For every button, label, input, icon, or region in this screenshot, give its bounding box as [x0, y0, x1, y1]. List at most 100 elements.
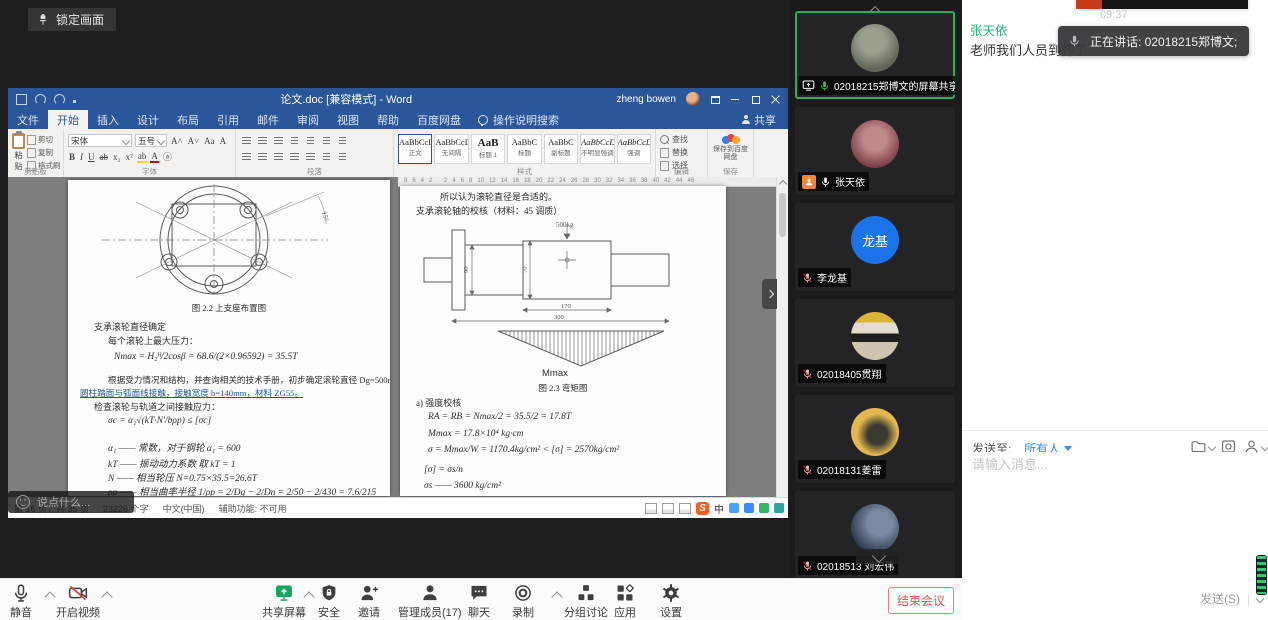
breakout-rooms-button[interactable]: 分组讨论 — [564, 583, 608, 620]
vertical-scrollbar[interactable] — [776, 177, 788, 497]
highlight-icon[interactable]: ab — [137, 151, 148, 163]
redo-icon[interactable] — [54, 94, 65, 105]
next-page-button[interactable] — [762, 279, 777, 309]
enclose-char-icon[interactable]: ⓐ — [162, 150, 173, 163]
invite-button[interactable]: 邀请 — [358, 583, 380, 620]
tab-baidu-pan[interactable]: 百度网盘 — [408, 110, 470, 129]
language-indicator[interactable]: 中文(中国) — [163, 502, 205, 515]
ime-mic-icon[interactable] — [744, 503, 754, 513]
ime-keyboard-icon[interactable] — [759, 503, 769, 513]
bold-icon[interactable]: B — [68, 152, 76, 162]
shading-icon[interactable] — [320, 151, 333, 162]
start-video-button[interactable]: 开启视频 — [56, 583, 100, 620]
font-color-icon[interactable]: A — [150, 151, 159, 163]
font-size-combo[interactable]: 五号 — [135, 134, 167, 147]
tab-help[interactable]: 帮助 — [368, 110, 408, 129]
mute-options-chevron[interactable] — [44, 591, 55, 602]
save-to-baidu-pan-button[interactable]: 保存到百度网盘 — [712, 134, 749, 162]
mute-button[interactable]: 静音 — [10, 583, 32, 620]
web-layout-icon[interactable] — [679, 503, 691, 514]
manage-members-button[interactable]: 管理成员(17) — [398, 583, 462, 620]
participant-tile[interactable]: 02018405贯翔 — [795, 299, 955, 387]
italic-icon[interactable]: I — [79, 152, 84, 162]
underline-icon[interactable]: U — [87, 152, 96, 162]
find-button[interactable]: 查找 — [660, 134, 703, 145]
clear-format-icon[interactable]: A — [219, 136, 228, 146]
scroll-down-button[interactable] — [856, 549, 900, 564]
undo-icon[interactable] — [35, 94, 46, 105]
style-emphasis[interactable]: AaBbCcD强调 — [617, 134, 651, 164]
tab-mailings[interactable]: 邮件 — [248, 110, 288, 129]
security-button[interactable]: 安全 — [318, 583, 340, 620]
numbering-icon[interactable] — [256, 135, 269, 146]
ime-pencil-icon[interactable] — [729, 503, 739, 513]
font-name-combo[interactable]: 宋体 — [68, 134, 132, 147]
scrollbar-thumb[interactable] — [779, 193, 786, 237]
participant-tile[interactable]: 龙基 李龙基 — [795, 203, 955, 291]
print-layout-icon[interactable] — [662, 503, 674, 514]
tab-design[interactable]: 设计 — [128, 110, 168, 129]
replace-button[interactable]: 替换 — [660, 147, 703, 158]
chat-button[interactable]: 聊天 — [468, 583, 490, 620]
participant-tile[interactable]: 02018513 刘宏伟 — [795, 491, 955, 579]
tab-home[interactable]: 开始 — [48, 110, 88, 129]
ribbon-display-icon[interactable] — [710, 94, 720, 104]
save-icon[interactable] — [16, 94, 27, 105]
apps-button[interactable]: 应用 — [614, 583, 636, 620]
style-title[interactable]: AaBbC标题 — [507, 134, 541, 164]
document-page-right[interactable]: 所以认为滚轮直径是合适的。 支承滚轮轴的校核（材料：45 调质） — [400, 186, 726, 496]
bullets-icon[interactable] — [240, 135, 253, 146]
style-subtle-emphasis[interactable]: AaBbCcD不明显强调 — [580, 134, 614, 164]
end-meeting-button[interactable]: 结束会议 — [888, 587, 954, 614]
strikethrough-icon[interactable]: ab — [99, 152, 110, 162]
decrease-indent-icon[interactable] — [288, 135, 301, 146]
settings-button[interactable]: 设置 — [660, 583, 682, 620]
increase-indent-icon[interactable] — [304, 135, 317, 146]
line-spacing-icon[interactable] — [304, 151, 317, 162]
tab-file[interactable]: 文件 — [8, 110, 48, 129]
justify-icon[interactable] — [288, 151, 301, 162]
style-no-spacing[interactable]: AaBbCcD无间隔 — [434, 134, 468, 164]
tab-references[interactable]: 引用 — [208, 110, 248, 129]
emoji-icon[interactable] — [16, 495, 30, 509]
align-left-icon[interactable] — [240, 151, 253, 162]
borders-icon[interactable] — [336, 151, 349, 162]
grow-font-icon[interactable]: A˄ — [170, 136, 184, 146]
align-center-icon[interactable] — [256, 151, 269, 162]
chat-message-input[interactable] — [970, 452, 1256, 526]
video-options-chevron[interactable] — [101, 591, 112, 602]
close-icon[interactable] — [770, 94, 780, 104]
sogou-ime-icon[interactable]: S — [696, 502, 709, 515]
record-options-chevron[interactable] — [551, 591, 562, 602]
document-page-left[interactable]: 15° 图 2.2 上支座布置图 支承滚轮直径确定 每个滚轮上最大压力： Nma… — [68, 180, 390, 496]
shrink-font-icon[interactable]: A˅ — [187, 136, 201, 146]
style-heading1[interactable]: AaB标题 1 — [471, 134, 505, 164]
participant-tile[interactable]: 02018131姜雷 — [795, 395, 955, 483]
restore-icon[interactable] — [750, 94, 760, 104]
ime-chinese-mode[interactable]: 中 — [714, 501, 724, 516]
style-normal[interactable]: AaBbCcD正文 — [398, 134, 432, 164]
paste-button[interactable]: 粘贴 — [12, 132, 25, 165]
cut-button[interactable]: 剪切 — [27, 134, 61, 145]
lock-view-button[interactable]: 锁定画面 — [28, 8, 116, 31]
share-button[interactable]: 共享 — [730, 110, 788, 129]
record-button[interactable]: 录制 — [512, 583, 534, 620]
align-right-icon[interactable] — [272, 151, 285, 162]
show-marks-icon[interactable] — [336, 135, 349, 146]
minimize-icon[interactable] — [730, 94, 740, 104]
subscript-icon[interactable]: x₂ — [112, 152, 122, 162]
send-message-button[interactable]: 发送(S) | — [1200, 590, 1263, 607]
tab-review[interactable]: 审阅 — [288, 110, 328, 129]
change-case-icon[interactable]: Aa — [203, 136, 216, 146]
tell-me-search[interactable]: 操作说明搜索 — [470, 110, 567, 129]
tab-insert[interactable]: 插入 — [88, 110, 128, 129]
share-screen-button[interactable]: 共享屏幕 — [262, 583, 306, 620]
customize-qat-icon[interactable] — [73, 100, 76, 103]
participant-tile[interactable]: 张天依 — [795, 107, 955, 195]
tab-view[interactable]: 视图 — [328, 110, 368, 129]
participant-tile-sharer[interactable]: 02018215郑博文的屏幕共享 — [795, 11, 955, 99]
read-mode-icon[interactable] — [645, 503, 657, 514]
copy-button[interactable]: 复制 — [27, 147, 61, 158]
quick-chat-bar[interactable]: 说点什么... — [8, 491, 134, 513]
scroll-up-icon[interactable] — [779, 180, 787, 188]
